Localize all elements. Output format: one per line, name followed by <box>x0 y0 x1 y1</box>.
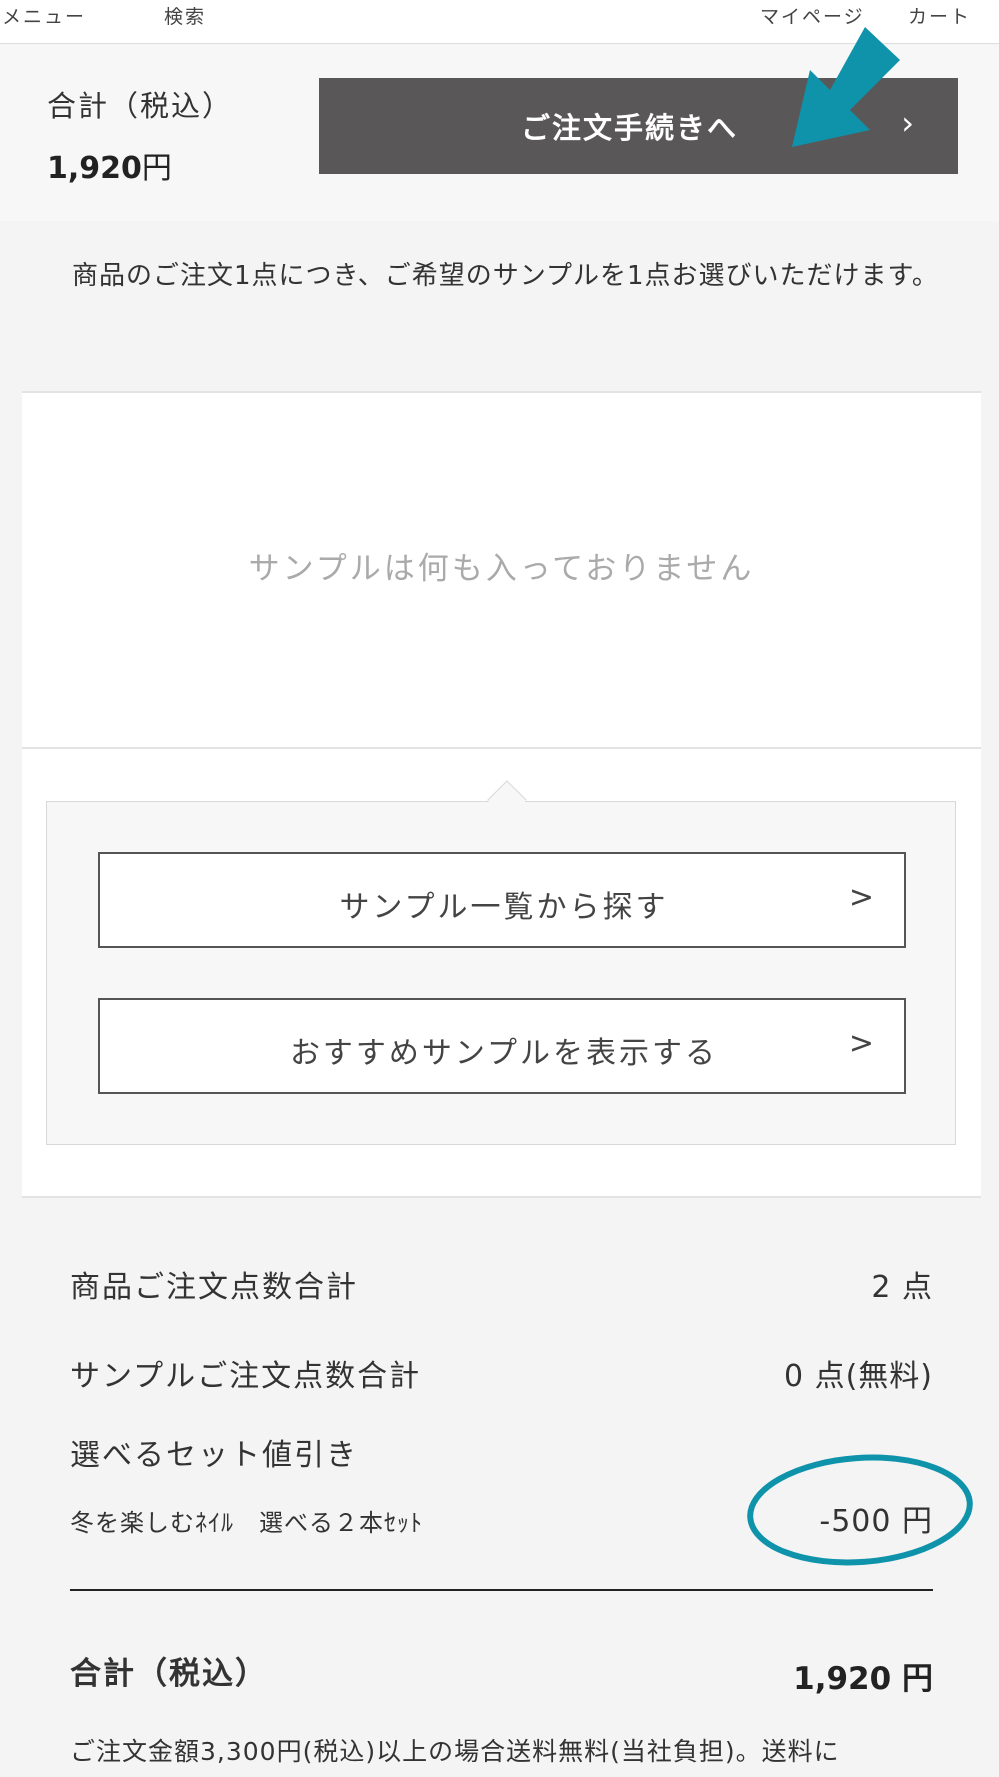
sample-notice-text: 商品のご注文1点につき、ご希望のサンプルを1点お選びいただけます。 <box>72 261 939 291</box>
items-count-value: 2 点 <box>871 1270 933 1305</box>
search-link[interactable]: 検索 <box>164 2 206 29</box>
total-bar-currency: 円 <box>141 151 172 186</box>
total-bar-label: 合計（税込） <box>47 89 234 123</box>
recommended-samples-button[interactable]: おすすめサンプルを表示する > <box>98 998 906 1094</box>
sample-empty-message: サンプルは何も入っておりません <box>248 551 755 587</box>
sample-options-box: サンプル一覧から探す > おすすめサンプルを表示する > <box>46 780 956 1145</box>
sample-notice: 商品のご注文1点につき、ご希望のサンプルを1点お選びいただけます。 <box>22 221 981 393</box>
browse-samples-label: サンプル一覧から探す <box>339 890 669 925</box>
items-count-label: 商品ご注文点数合計 <box>70 1270 358 1305</box>
grand-total-amount: 1,920 <box>793 1661 892 1697</box>
summary-divider <box>70 1589 933 1591</box>
caret-up-icon <box>487 780 527 820</box>
samples-count-value: 0 点(無料) <box>783 1359 933 1394</box>
total-bar-amount: 1,920円 <box>47 143 172 187</box>
grand-total-currency: 円 <box>891 1661 933 1697</box>
annotation-circle-icon <box>747 1454 973 1566</box>
annotation-arrow-icon <box>792 27 900 147</box>
total-bar-amount-value: 1,920 <box>47 151 142 186</box>
grand-total-label: 合計（税込） <box>70 1656 268 1692</box>
shipping-note: ご注文金額3,300円(税込)以上の場合送料無料(当社負担)。送料に <box>70 1737 840 1766</box>
grand-total-value: 1,920 円 <box>793 1653 933 1698</box>
menu-link[interactable]: メニュー <box>2 2 86 29</box>
samples-count-label: サンプルご注文点数合計 <box>70 1359 422 1394</box>
recommended-samples-label: おすすめサンプルを表示する <box>289 1036 719 1071</box>
sample-empty-area: サンプルは何も入っておりません <box>22 393 981 749</box>
set-discount-label: 選べるセット値引き <box>70 1438 358 1473</box>
site-logo[interactable] <box>395 0 615 6</box>
chevron-right-icon: > <box>848 1026 874 1061</box>
browse-samples-button[interactable]: サンプル一覧から探す > <box>98 852 906 948</box>
set-discount-detail: 冬を楽しむﾈｲﾙ 選べる２本ｾｯﾄ <box>70 1509 423 1537</box>
chevron-right-icon: > <box>848 880 874 915</box>
checkout-button-label: ご注文手続きへ <box>521 111 739 145</box>
